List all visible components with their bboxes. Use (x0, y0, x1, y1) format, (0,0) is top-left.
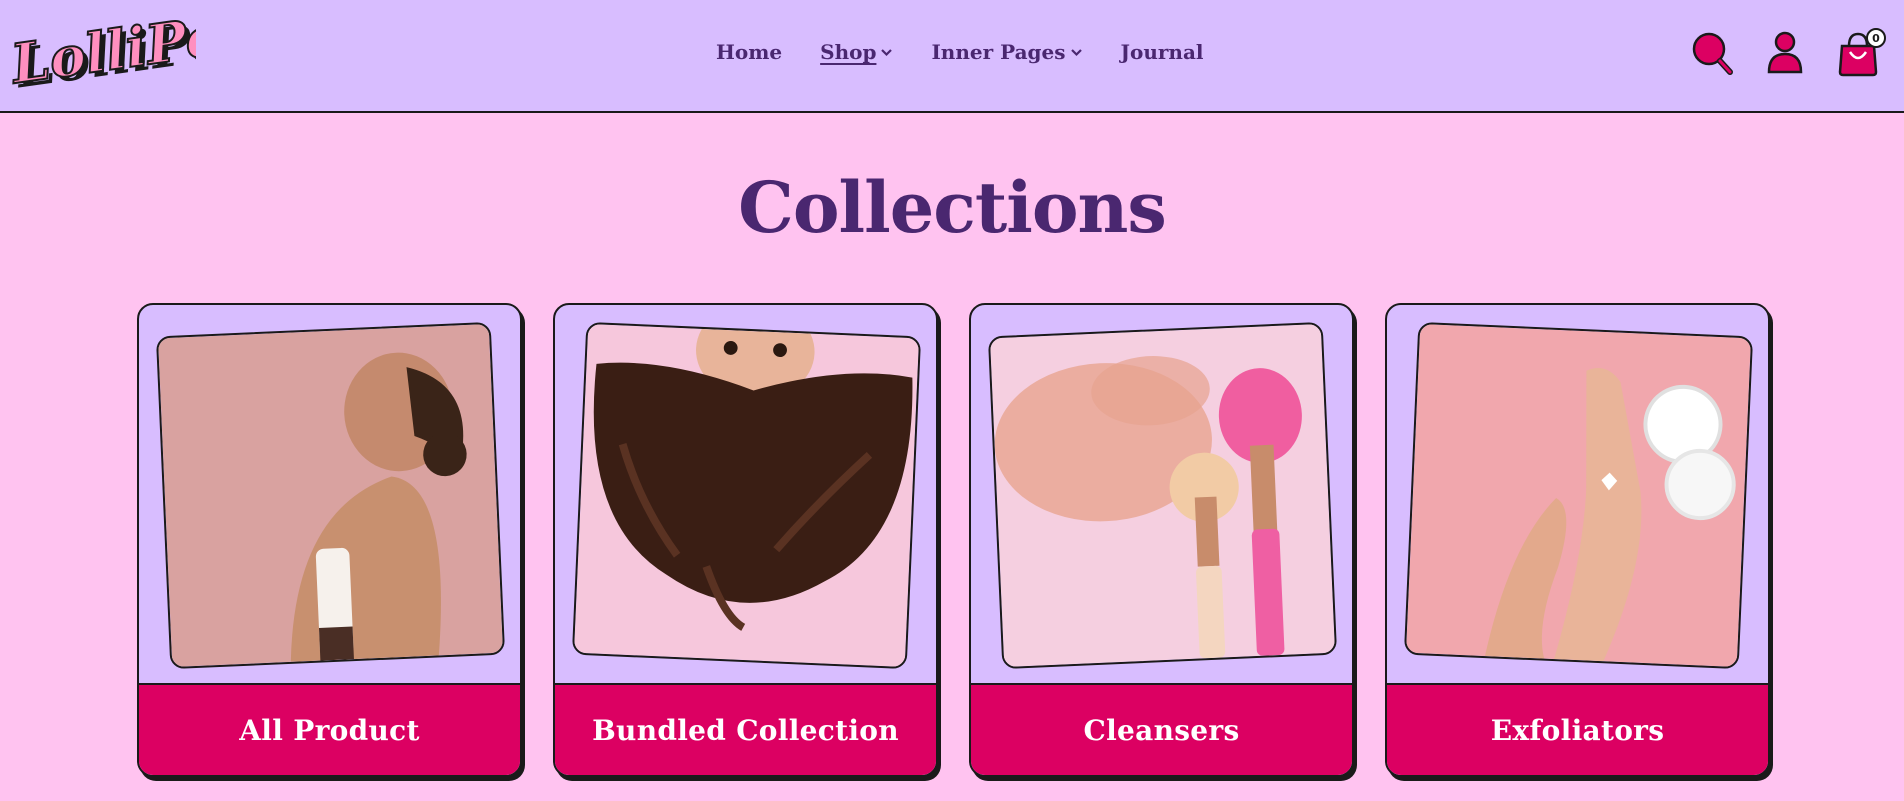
collection-label: All Product (239, 713, 420, 747)
collection-image (1403, 321, 1754, 670)
collection-label-bar: Bundled Collection (555, 683, 936, 775)
user-icon (1767, 31, 1803, 74)
nav-item-home[interactable]: Home (716, 40, 782, 64)
nav-item-shop[interactable]: Shop (820, 40, 893, 64)
nav-item-journal[interactable]: Journal (1121, 40, 1204, 64)
collection-image (155, 321, 506, 670)
svg-text:LolliPop: LolliPop (10, 8, 196, 96)
nav-label: Home (716, 40, 783, 64)
cart-count-badge: 0 (1866, 28, 1886, 48)
collection-label-bar: All Product (139, 683, 520, 775)
collection-label-bar: Exfoliators (1387, 683, 1768, 775)
collection-label: Bundled Collection (592, 713, 899, 747)
collection-card-bundled-collection[interactable]: Bundled Collection (553, 303, 938, 777)
collection-image (571, 321, 922, 670)
search-icon (1692, 32, 1733, 75)
page-title: Collections (738, 166, 1167, 249)
nav-label: Inner Pages (931, 40, 1066, 64)
collection-card-all-product[interactable]: All Product (137, 303, 522, 777)
nav-item-inner-pages[interactable]: Inner Pages (931, 40, 1082, 64)
collection-label: Cleansers (1083, 713, 1240, 747)
collection-card-exfoliators[interactable]: Exfoliators (1385, 303, 1770, 777)
cart-button[interactable]: 0 (1836, 28, 1886, 82)
site-header: LolliPop LolliPop Home Shop Inner Pages … (0, 0, 1904, 113)
collection-label: Exfoliators (1490, 713, 1665, 747)
collection-card-cleansers[interactable]: Cleansers (969, 303, 1354, 777)
nav-label: Shop (820, 40, 877, 64)
search-button[interactable] (1690, 30, 1736, 82)
main-nav: Home Shop Inner Pages Journal (716, 40, 1204, 64)
chevron-down-icon (1070, 49, 1082, 57)
chevron-down-icon (881, 49, 893, 57)
collection-label-bar: Cleansers (971, 683, 1352, 775)
brand-logo[interactable]: LolliPop LolliPop (5, 0, 268, 101)
account-button[interactable] (1766, 30, 1804, 80)
collection-image (987, 321, 1338, 670)
nav-label: Journal (1120, 40, 1204, 64)
